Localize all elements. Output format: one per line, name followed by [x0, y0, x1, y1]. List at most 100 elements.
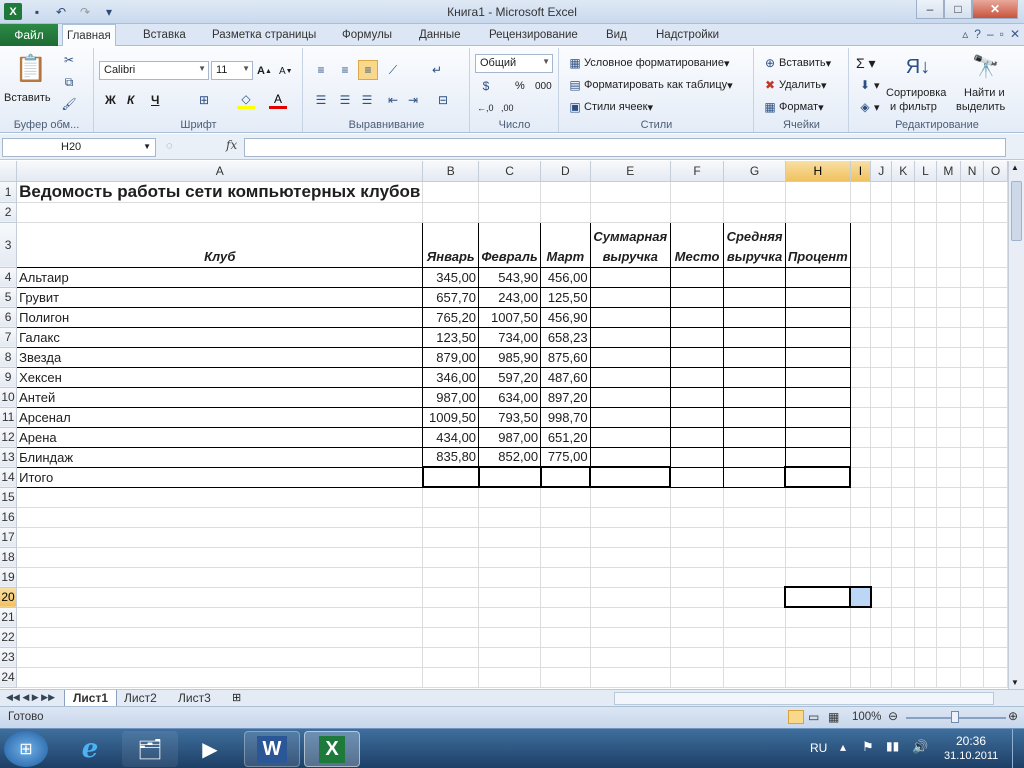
cell[interactable] — [870, 447, 893, 468]
cell[interactable] — [983, 407, 1008, 428]
cell[interactable] — [960, 181, 985, 203]
cell[interactable] — [914, 181, 937, 203]
align-right-icon[interactable]: ☰ — [358, 90, 376, 110]
row-header[interactable]: 1 — [0, 181, 18, 203]
column-title[interactable]: Февраль — [478, 221, 542, 268]
help-icon[interactable]: ? — [974, 27, 981, 41]
cell[interactable] — [870, 181, 893, 203]
cell[interactable] — [914, 222, 937, 268]
january-cell[interactable]: 879,00 — [422, 346, 480, 368]
active-cell-h20[interactable] — [784, 586, 852, 608]
cell[interactable] — [850, 407, 872, 428]
cell[interactable] — [891, 347, 916, 368]
cell[interactable] — [590, 607, 671, 628]
cell[interactable] — [850, 327, 872, 348]
march-cell[interactable]: 998,70 — [540, 406, 591, 428]
club-name-cell[interactable]: Альтаир — [16, 266, 424, 288]
cell[interactable] — [669, 286, 725, 308]
cell[interactable] — [891, 387, 916, 408]
january-cell[interactable]: 657,70 — [422, 286, 480, 308]
cell[interactable] — [16, 607, 424, 628]
row-header[interactable]: 9 — [0, 367, 18, 388]
january-cell[interactable]: 1009,50 — [422, 406, 480, 428]
cell[interactable] — [891, 181, 916, 203]
cell[interactable] — [422, 667, 480, 688]
cell[interactable] — [723, 406, 786, 428]
cell[interactable] — [422, 607, 480, 628]
cell[interactable] — [723, 286, 786, 308]
copy-icon[interactable]: ⧉ — [60, 72, 78, 92]
cell[interactable] — [478, 607, 542, 628]
tab-view[interactable]: Вид — [602, 24, 631, 46]
insert-function-icon[interactable]: fx — [226, 138, 237, 152]
cell[interactable] — [870, 367, 893, 388]
february-cell[interactable]: 634,00 — [478, 386, 542, 408]
clock-date[interactable]: 31.10.2011 — [944, 750, 998, 762]
cell[interactable] — [983, 367, 1008, 388]
cell[interactable] — [785, 202, 851, 223]
cell[interactable] — [670, 487, 725, 508]
align-center-icon[interactable]: ☰ — [336, 90, 354, 110]
cell[interactable] — [936, 487, 961, 508]
cell[interactable] — [723, 202, 786, 223]
march-cell[interactable]: 775,00 — [540, 446, 591, 468]
cell[interactable] — [891, 547, 916, 568]
cell[interactable] — [936, 222, 961, 268]
cell[interactable] — [16, 567, 424, 588]
cell[interactable] — [936, 607, 961, 628]
total-label[interactable]: Итого — [16, 466, 424, 488]
cell[interactable] — [936, 327, 961, 348]
total-cell[interactable] — [589, 466, 672, 488]
show-desktop-button[interactable] — [1012, 729, 1024, 768]
cell[interactable] — [540, 627, 591, 648]
cell[interactable] — [936, 507, 961, 528]
cell[interactable] — [16, 527, 424, 548]
cell[interactable] — [870, 327, 893, 348]
row-header[interactable]: 2 — [0, 202, 18, 223]
cell[interactable] — [850, 427, 872, 448]
cell[interactable] — [891, 427, 916, 448]
cell[interactable] — [723, 366, 786, 388]
cell[interactable] — [16, 547, 424, 568]
cell[interactable] — [589, 446, 671, 468]
cell[interactable] — [589, 406, 671, 428]
cell[interactable] — [784, 426, 851, 448]
cell[interactable] — [914, 547, 937, 568]
march-cell[interactable]: 456,90 — [540, 306, 591, 328]
cell[interactable] — [669, 366, 725, 388]
decrease-indent-icon[interactable]: ⇤ — [384, 90, 402, 110]
cell[interactable] — [850, 627, 872, 648]
explorer-icon[interactable]: 🗂 — [122, 731, 178, 767]
cell[interactable] — [850, 607, 872, 628]
row-header[interactable]: 22 — [0, 627, 18, 648]
cell[interactable] — [850, 181, 872, 203]
january-cell[interactable]: 987,00 — [422, 386, 480, 408]
cell[interactable] — [540, 487, 591, 508]
horizontal-scrollbar[interactable] — [614, 692, 994, 705]
cell[interactable] — [16, 202, 424, 223]
cell[interactable] — [723, 266, 786, 288]
cell[interactable] — [478, 202, 542, 223]
autosum-icon[interactable]: Σ ▾ — [856, 53, 876, 73]
fill-color-icon[interactable]: ◇ — [237, 90, 255, 110]
cell[interactable] — [540, 567, 591, 588]
format-as-table-button[interactable]: ▤ Форматировать как таблицу ▾ — [566, 75, 732, 95]
cell[interactable] — [870, 627, 893, 648]
cell[interactable] — [723, 527, 786, 548]
cell[interactable] — [891, 327, 916, 348]
font-size-combo[interactable]: 11 ▼ — [211, 61, 253, 80]
cell[interactable] — [870, 387, 893, 408]
thousands-button[interactable]: 000 — [535, 76, 552, 96]
cell[interactable] — [540, 507, 591, 528]
cell[interactable] — [914, 367, 937, 388]
cell[interactable] — [936, 667, 961, 688]
club-name-cell[interactable]: Арена — [16, 426, 424, 448]
cell[interactable] — [983, 467, 1008, 488]
column-header[interactable]: D — [540, 161, 591, 182]
cell[interactable] — [723, 326, 786, 348]
cell[interactable] — [983, 307, 1008, 328]
february-cell[interactable]: 734,00 — [478, 326, 542, 348]
club-name-cell[interactable]: Галакс — [16, 326, 424, 348]
cell[interactable] — [870, 607, 893, 628]
cell[interactable] — [785, 607, 851, 628]
